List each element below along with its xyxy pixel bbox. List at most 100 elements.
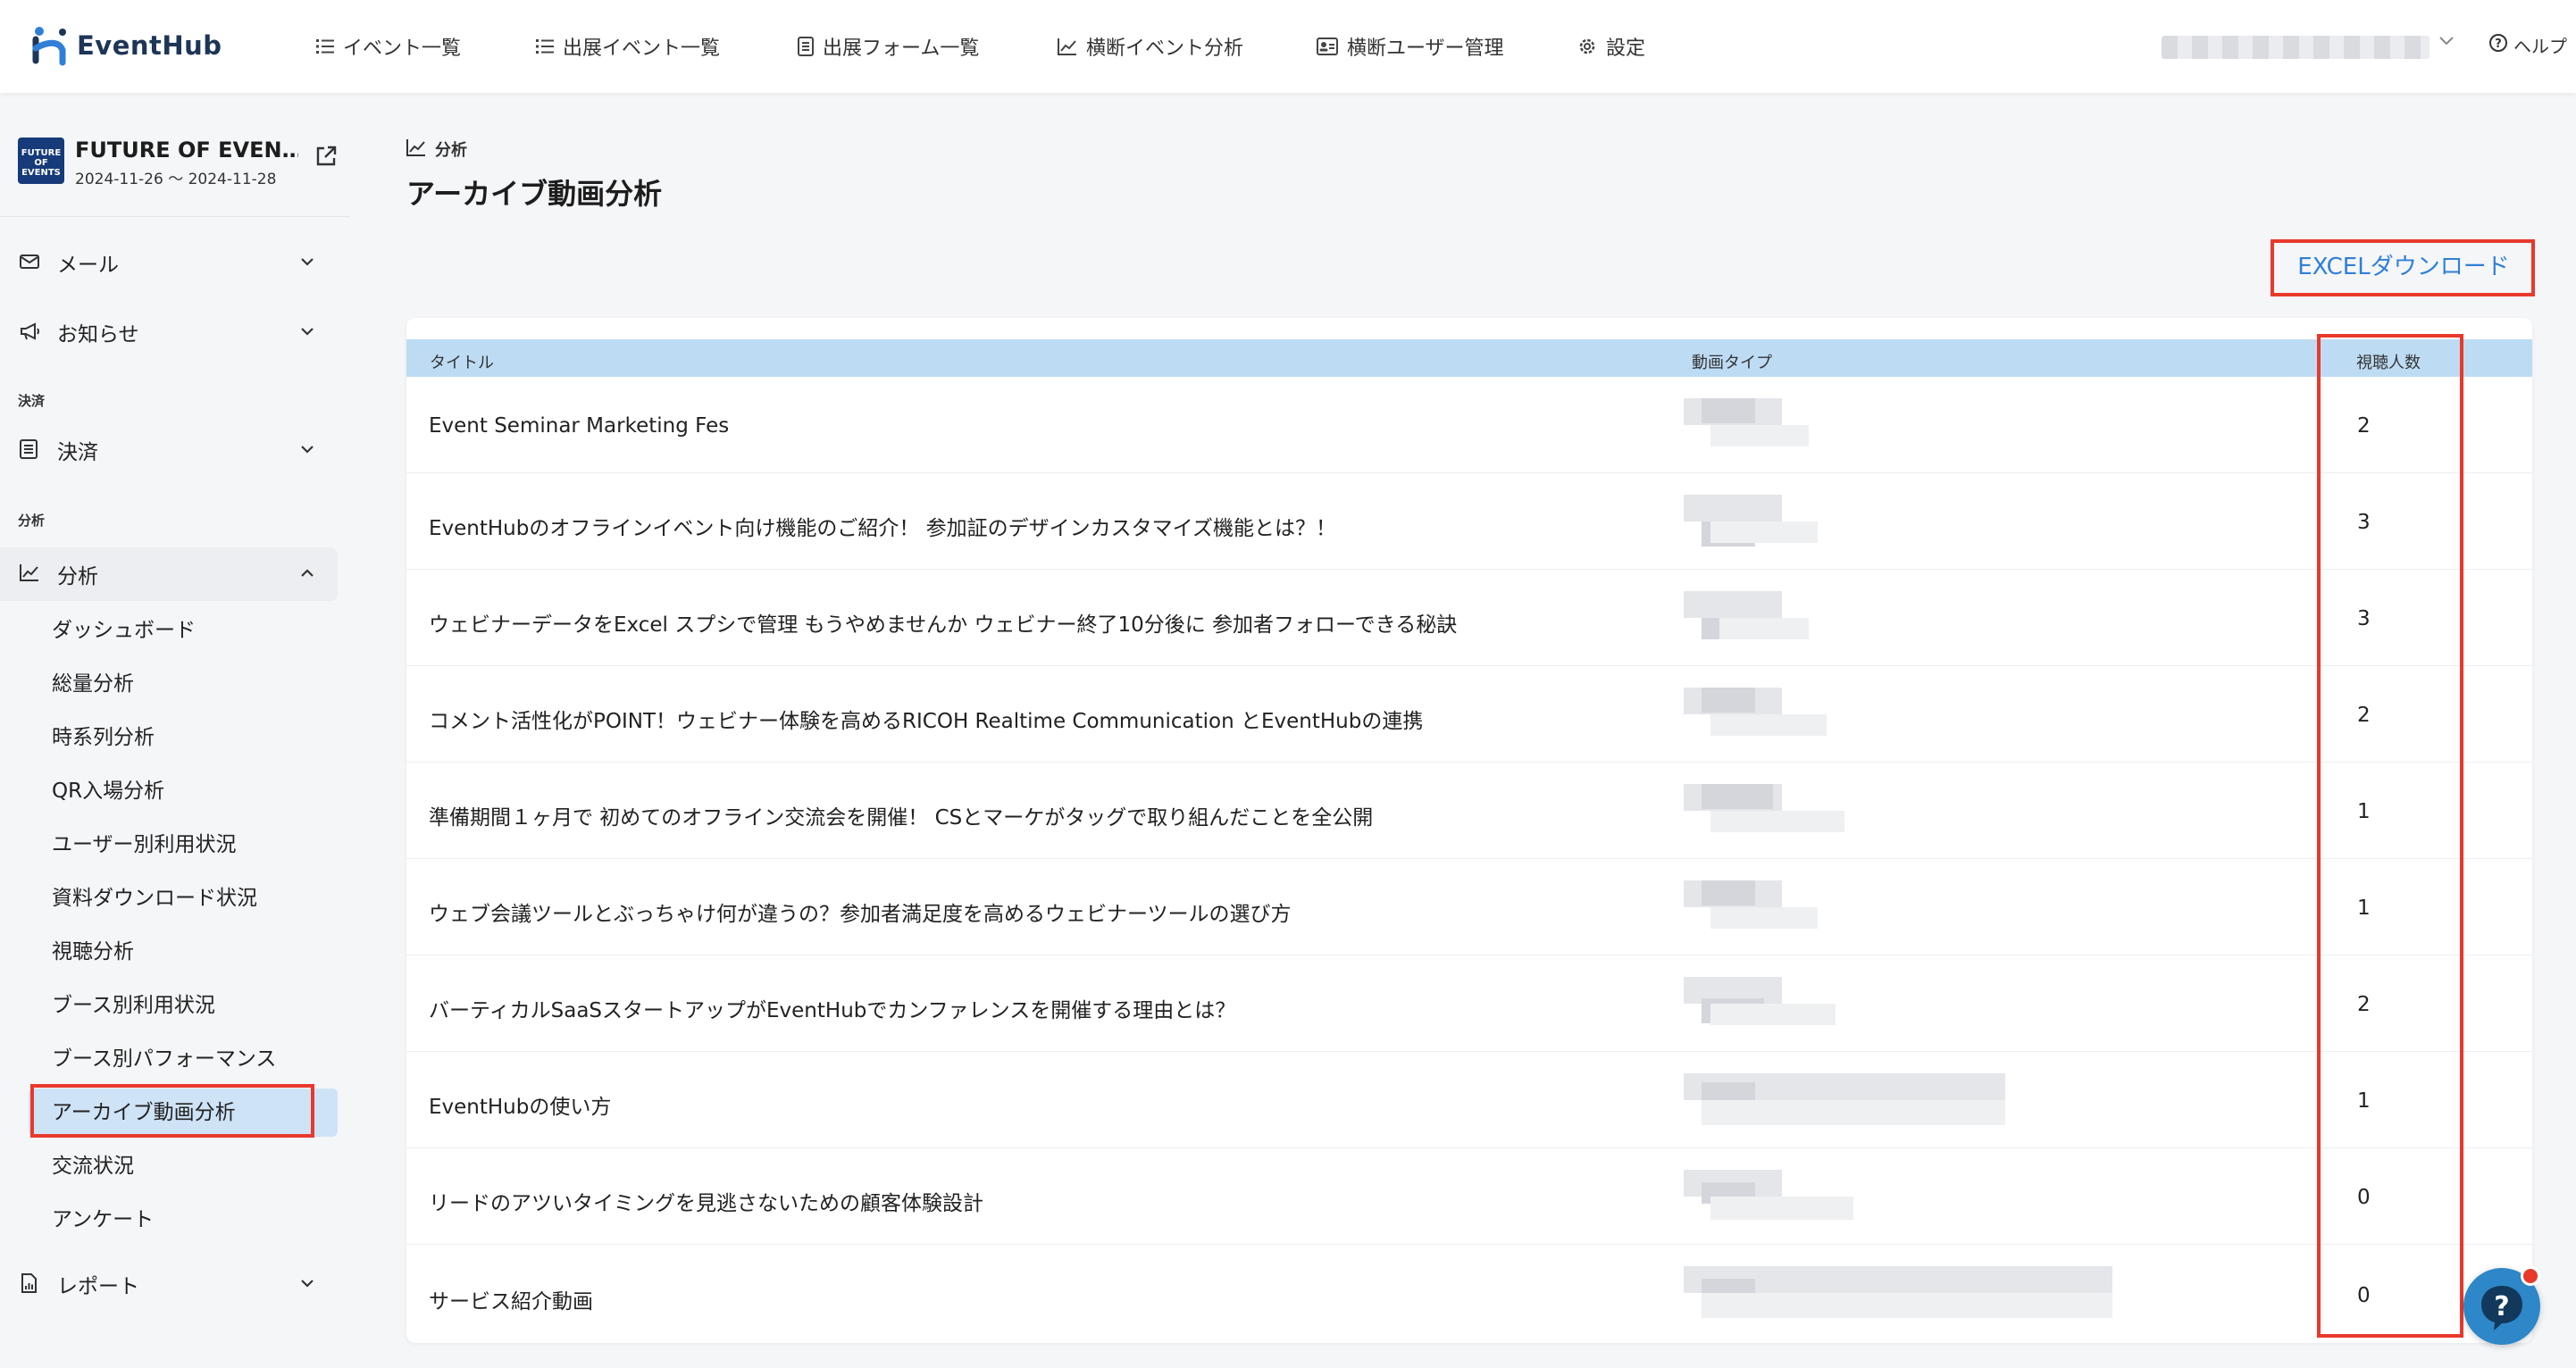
sidebar-item-survey[interactable]: アンケート [52,1202,154,1232]
chevron-down-icon [300,1273,314,1298]
event-thumbnail: FUTURE OF EVENTS [18,138,64,184]
sidebar-item-label: お知らせ [57,323,139,346]
table-row: ウェビナーデータをExcel スプシで管理 もうやめませんか ウェビナー終了10… [406,570,2532,666]
sidebar-item-booth-performance[interactable]: ブース別パフォーマンス [52,1041,276,1072]
sidebar-item-document-downloads[interactable]: 資料ダウンロード状況 [52,880,257,911]
nav-event-list[interactable]: イベント一覧 [316,0,461,93]
external-link-icon[interactable] [314,145,338,171]
event-title: FUTURE OF EVEN… [75,138,298,163]
video-title: EventHubの使い方 [429,1096,612,1119]
sidebar-item-networking-status[interactable]: 交流状況 [52,1148,134,1179]
sidebar-item-total-analysis[interactable]: 総量分析 [52,666,134,697]
annotation-highlight-excel [2271,239,2535,296]
sidebar-item-label: メール [57,254,119,277]
chevron-down-icon [300,252,314,277]
chevron-down-icon[interactable] [2438,32,2455,51]
archive-video-table: タイトル 動画タイプ 視聴人数 Event Seminar Marketing … [406,318,2532,1343]
video-title: コメント活性化がPOINT！ウェビナー体験を高めるRICOH Realtime … [429,710,1424,733]
form-icon [798,37,814,56]
video-title: 準備期間１ヶ月で 初めてのオフライン交流会を開催！ CSとマーケがタッグで取り組… [429,806,1374,830]
svg-text:?: ? [2495,38,2502,51]
sidebar: FUTURE OF EVENTS FUTURE OF EVEN… 2024-11… [0,93,350,1368]
column-header-video-type: 動画タイプ [1692,354,1772,372]
column-header-title: タイトル [430,354,494,372]
gear-icon [1577,37,1597,56]
sidebar-section-payment: 決済 [18,393,46,409]
sidebar-item-report[interactable]: レポート [0,1259,338,1309]
nav-label: 横断ユーザー管理 [1347,38,1504,60]
list-icon [536,38,554,54]
sidebar-item-payment[interactable]: 決済 [0,425,338,475]
sidebar-item-dashboard[interactable]: ダッシュボード [52,613,196,643]
nav-label: イベント一覧 [343,38,462,60]
event-dates: 2024-11-26 ～ 2024-11-28 [75,171,277,188]
list-icon [316,38,334,54]
nav-settings[interactable]: 設定 [1577,0,1645,93]
video-title: サービス紹介動画 [429,1290,593,1314]
sidebar-item-booth-usage[interactable]: ブース別利用状況 [52,988,215,1018]
receipt-icon [20,439,38,464]
sidebar-item-user-usage[interactable]: ユーザー別利用状況 [52,827,237,857]
nav-label: 出展フォーム一覧 [823,38,980,60]
sidebar-item-label: レポート [57,1275,139,1298]
table-row: サービス紹介動画 0 [406,1245,2532,1341]
sidebar-section-analysis: 分析 [18,513,46,529]
nav-exhibit-form-list[interactable]: 出展フォーム一覧 [798,0,979,93]
sidebar-item-news[interactable]: お知らせ [0,307,338,357]
user-account-menu[interactable] [2162,36,2430,59]
breadcrumb-label: 分析 [435,141,467,160]
mail-icon [20,252,39,277]
sidebar-item-analysis[interactable]: 分析 [0,549,338,599]
table-row: リードのアツいタイミングを見逃さないための顧客体験設計 0 [406,1148,2532,1245]
chevron-down-icon [300,439,314,464]
video-title: ウェブ会議ツールとぶっちゃけ何が違うの？参加者満足度を高めるウェビナーツールの選… [429,903,1292,926]
video-title: バーティカルSaaSスタートアップがEventHubでカンファレンスを開催する理… [429,999,1236,1022]
table-header: タイトル 動画タイプ 視聴人数 [406,339,2532,377]
sidebar-item-label: 決済 [57,441,98,464]
id-card-icon [1317,38,1338,55]
table-row: バーティカルSaaSスタートアップがEventHubでカンファレンスを開催する理… [406,955,2532,1052]
video-title: ウェビナーデータをExcel スプシで管理 もうやめませんか ウェビナー終了10… [429,613,1458,637]
chevron-down-icon [300,321,314,346]
chart-icon [1058,38,1077,55]
notification-dot [2521,1266,2540,1286]
table-row: EventHubのオフラインイベント向け機能のご紹介！ 参加証のデザインカスタマ… [406,473,2532,570]
megaphone-icon [20,321,41,346]
help-label: ヘルプ [2513,36,2567,57]
sidebar-item-mail[interactable]: メール [0,238,338,288]
chevron-up-icon [300,563,314,588]
sidebar-item-timeseries-analysis[interactable]: 時系列分析 [52,720,155,750]
svg-text:?: ? [2494,1291,2509,1322]
help-circle-icon: ? [2488,33,2508,57]
nav-cross-event-analysis[interactable]: 横断イベント分析 [1058,0,1243,93]
event-selector[interactable]: FUTURE OF EVENTS FUTURE OF EVEN… 2024-11… [18,138,348,191]
video-title: Event Seminar Marketing Fes [429,414,730,438]
sidebar-item-qr-entry-analysis[interactable]: QR入場分析 [52,773,164,804]
table-row: Event Seminar Marketing Fes 2 [406,377,2532,473]
logo-mark-icon [32,25,68,66]
nav-label: 出展イベント一覧 [563,38,721,60]
nav-exhibit-event-list[interactable]: 出展イベント一覧 [536,0,720,93]
page-title: アーカイブ動画分析 [406,177,663,211]
video-title: リードのアツいタイミングを見逃さないための顧客体験設計 [429,1192,983,1215]
table-row: 準備期間１ヶ月で 初めてのオフライン交流会を開催！ CSとマーケがタッグで取り組… [406,763,2532,859]
sidebar-divider [0,216,350,217]
chart-icon [406,138,426,161]
table-row: EventHubの使い方 1 [406,1052,2532,1148]
sidebar-item-label: 分析 [57,565,98,588]
table-row: ウェブ会議ツールとぶっちゃけ何が違うの？参加者満足度を高めるウェビナーツールの選… [406,859,2532,955]
annotation-highlight-sidebar [30,1084,314,1138]
nav-label: 横断イベント分析 [1086,38,1244,60]
brand-name: EventHub [77,30,222,61]
table-row: コメント活性化がPOINT！ウェビナー体験を高めるRICOH Realtime … [406,666,2532,763]
eventhub-logo[interactable]: EventHub [32,25,222,66]
help-link[interactable]: ? ヘルプ [2488,32,2567,58]
nav-label: 設定 [1606,38,1646,60]
top-navbar: EventHub イベント一覧 出展イベント一覧 出展フォーム一覧 横断イベント… [0,0,2576,93]
nav-cross-user-management[interactable]: 横断ユーザー管理 [1317,0,1504,93]
sidebar-item-viewing-analysis[interactable]: 視聴分析 [52,934,134,964]
breadcrumb: 分析 [406,138,467,161]
annotation-highlight-views-column [2317,334,2463,1338]
report-file-icon [20,1273,38,1298]
video-title: EventHubのオフラインイベント向け機能のご紹介！ 参加証のデザインカスタマ… [429,517,1336,540]
